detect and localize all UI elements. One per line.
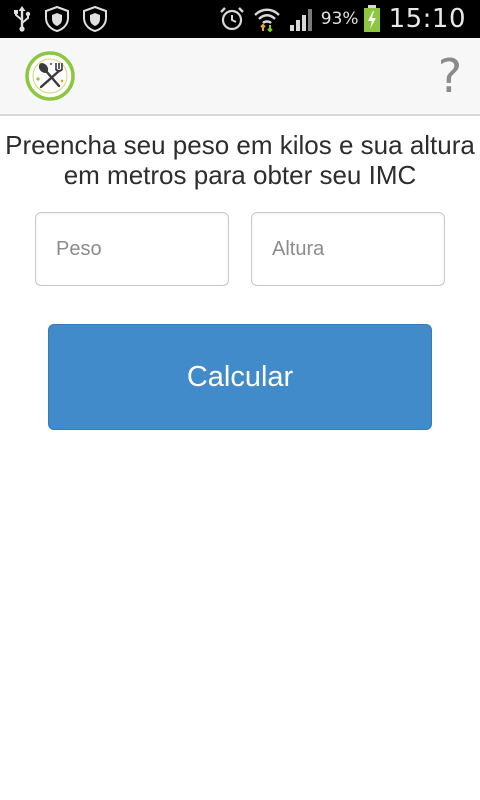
calculate-button[interactable]: Calcular [48, 324, 432, 430]
system-indicators: 93% 15:10 [211, 4, 466, 34]
shield-icon [82, 6, 108, 32]
notification-icons [12, 6, 120, 32]
clock: 15:10 [388, 4, 466, 34]
shield-icon [44, 6, 70, 32]
instructions-text: Preencha seu peso em kilos e sua altura … [5, 130, 475, 190]
status-bar: 93% 15:10 [0, 0, 480, 38]
weight-input[interactable] [35, 212, 229, 286]
signal-icon [289, 6, 315, 32]
battery-charging-icon [363, 5, 381, 33]
action-bar: ? [0, 38, 480, 116]
alarm-icon [219, 6, 245, 32]
help-button[interactable]: ? [432, 48, 468, 104]
height-input[interactable] [251, 212, 445, 286]
usb-icon [12, 6, 32, 32]
wifi-icon [253, 6, 281, 32]
fork-spoon-logo-icon [25, 51, 75, 101]
battery-percent: 93% [320, 9, 359, 29]
app-logo[interactable] [24, 50, 76, 102]
